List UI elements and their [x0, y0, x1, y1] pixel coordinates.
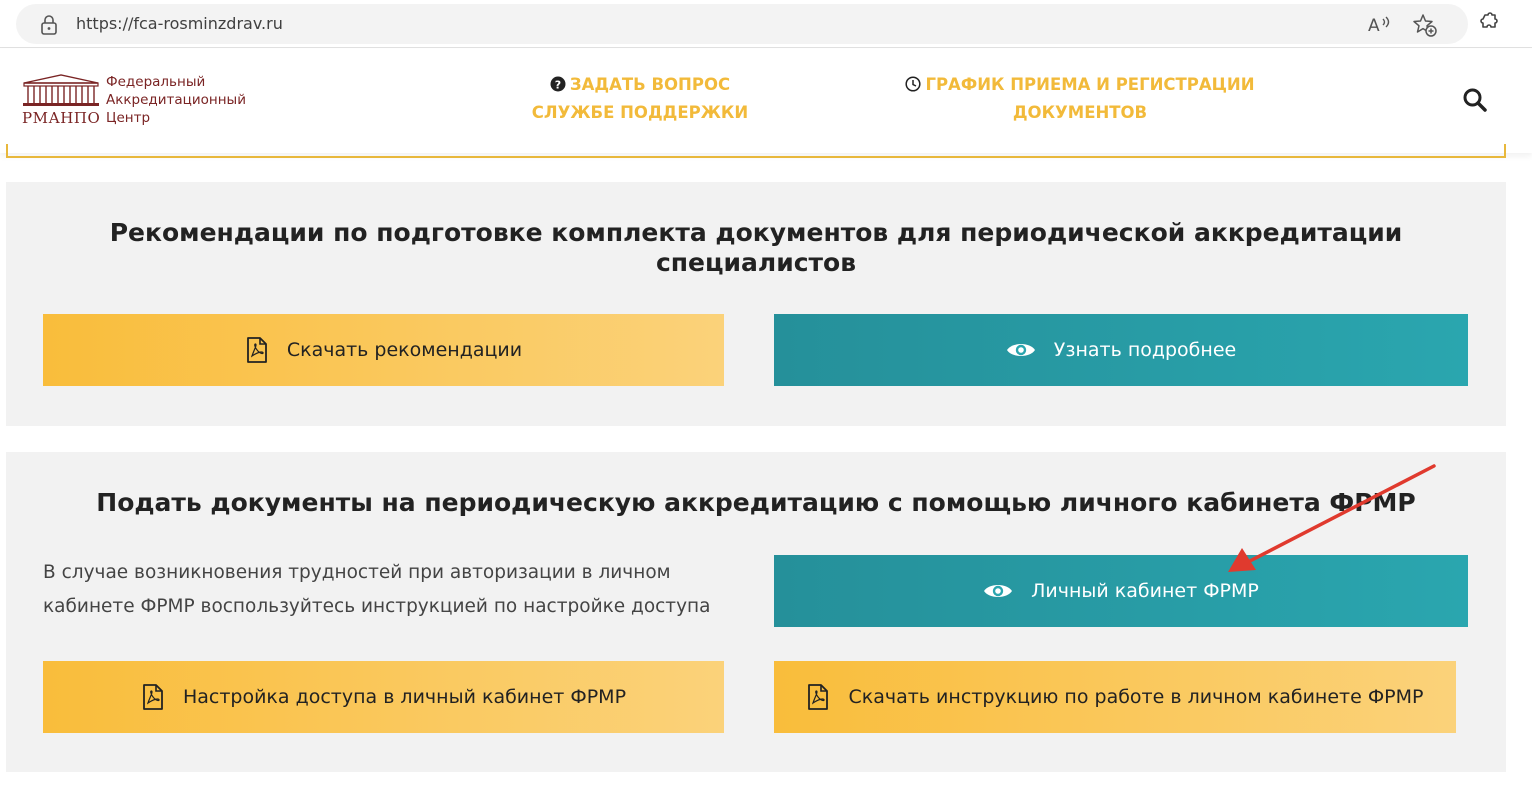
logo-line-1: Федеральный [106, 74, 206, 90]
pdf-file-icon [246, 337, 267, 363]
logo-abbreviation: РМАНПО [22, 109, 101, 127]
annotation-arrow [1228, 464, 1436, 572]
eye-icon [984, 585, 1013, 597]
add-favorite-icon[interactable] [1412, 12, 1438, 38]
site-logo[interactable]: РМАНПО Федеральный Аккредитационный Цент… [22, 73, 252, 129]
logo-line-3: Центр [106, 110, 151, 126]
svg-text:A: A [1368, 16, 1380, 36]
lock-icon[interactable] [40, 15, 58, 35]
eye-icon [1006, 344, 1035, 356]
access-setup-label: Настройка доступа в личный кабинет ФРМР [182, 686, 627, 708]
nav-schedule[interactable]: ГРАФИК ПРИЕМА И РЕГИСТРАЦИИ ДОКУМЕНТОВ [900, 71, 1260, 127]
recommendations-title: Рекомендации по подготовке комплекта док… [109, 218, 1403, 277]
site-header: РМАНПО Федеральный Аккредитационный Цент… [0, 49, 1532, 153]
search-icon[interactable] [1462, 87, 1488, 113]
url-text[interactable]: https://fca-rosminzdrav.ru [76, 14, 283, 33]
building-logo-icon [23, 74, 99, 106]
logo-title: Федеральный Аккредитационный Центр [106, 73, 246, 127]
read-aloud-icon[interactable]: A [1368, 14, 1392, 36]
nav-schedule-line-1: ГРАФИК ПРИЕМА И РЕГИСТРАЦИИ [925, 75, 1255, 94]
clock-icon [905, 76, 922, 92]
logo-line-2: Аккредитационный [106, 92, 246, 108]
nav-schedule-line-2: ДОКУМЕНТОВ [1012, 103, 1148, 122]
recommendations-section: Рекомендации по подготовке комплекта док… [6, 182, 1506, 426]
extensions-icon[interactable] [1476, 12, 1500, 36]
authorization-help-text: В случае возникновения трудностей при ав… [43, 562, 711, 617]
nav-ask-line-1: ЗАДАТЬ ВОПРОС [569, 75, 731, 94]
svg-text:?: ? [555, 78, 561, 91]
access-setup-button[interactable]: Настройка доступа в личный кабинет ФРМР [43, 661, 724, 733]
browser-toolbar: https://fca-rosminzdrav.ru A [0, 0, 1532, 48]
frmr-cabinet-label: Личный кабинет ФРМР [1031, 580, 1259, 602]
nav-ask-line-2: СЛУЖБЕ ПОДДЕРЖКИ [531, 103, 749, 122]
question-circle-icon: ? [550, 76, 566, 92]
learn-more-button[interactable]: Узнать подробнее [774, 314, 1468, 386]
download-instruction-button[interactable]: Скачать инструкцию по работе в личном ка… [774, 661, 1456, 733]
nav-ask-support[interactable]: ? ЗАДАТЬ ВОПРОС СЛУЖБЕ ПОДДЕРЖКИ [520, 71, 760, 127]
pdf-file-icon [808, 684, 829, 710]
download-instruction-label: Скачать инструкцию по работе в личном ка… [848, 686, 1424, 708]
download-recommendations-button[interactable]: Скачать рекомендации [43, 314, 724, 386]
address-bar[interactable]: https://fca-rosminzdrav.ru A [16, 4, 1468, 44]
header-accent-border [6, 144, 1506, 158]
download-recommendations-label: Скачать рекомендации [286, 339, 523, 361]
pdf-file-icon [143, 684, 163, 710]
learn-more-label: Узнать подробнее [1053, 339, 1237, 361]
